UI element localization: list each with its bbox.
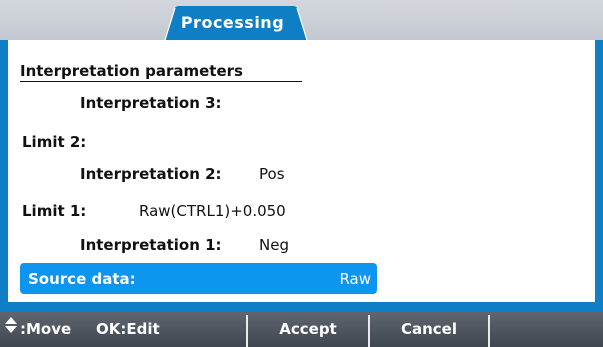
move-hint-label: :Move: [20, 320, 72, 338]
interpretation-2-label[interactable]: Interpretation 2:: [80, 165, 222, 183]
move-hint: :Move: [4, 312, 71, 347]
edit-hint: OK:Edit: [96, 320, 160, 338]
interpretation-1-label[interactable]: Interpretation 1:: [80, 236, 222, 254]
empty-softkey[interactable]: [490, 312, 603, 347]
up-down-arrows-icon: [4, 312, 18, 347]
source-data-row[interactable]: Source data: Raw: [20, 263, 377, 294]
cancel-button[interactable]: Cancel: [370, 312, 488, 347]
source-data-value: Raw: [339, 270, 371, 288]
section-divider: [20, 81, 302, 82]
limit-1-value: Raw(CTRL1)+0.050: [139, 202, 286, 220]
accept-button[interactable]: Accept: [248, 312, 368, 347]
content-frame: Interpretation parameters Interpretation…: [0, 40, 603, 312]
top-band: Processing: [0, 0, 603, 40]
interpretation-1-value: Neg: [259, 236, 289, 254]
tab-label: Processing: [180, 13, 285, 32]
source-data-label: Source data:: [28, 270, 136, 288]
limit-2-label[interactable]: Limit 2:: [22, 133, 86, 151]
interpretation-3-label[interactable]: Interpretation 3:: [80, 94, 222, 112]
section-title: Interpretation parameters: [20, 62, 243, 80]
limit-1-label[interactable]: Limit 1:: [22, 202, 86, 220]
softkey-bar: :Move OK:Edit Accept Cancel: [0, 312, 603, 347]
interpretation-2-value: Pos: [259, 165, 285, 183]
tab-processing[interactable]: Processing: [155, 6, 310, 40]
parameters-panel: Interpretation parameters Interpretation…: [8, 40, 595, 302]
